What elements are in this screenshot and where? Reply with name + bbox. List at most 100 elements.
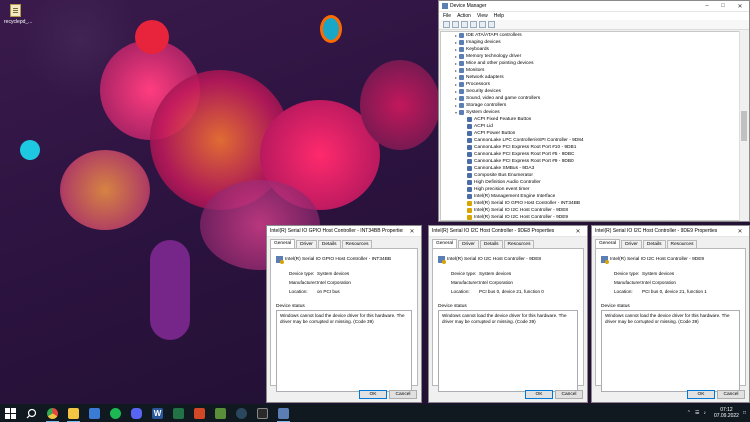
tab-driver[interactable]: Driver	[458, 240, 479, 248]
scan-hardware-icon[interactable]	[479, 21, 486, 28]
tree-label: Composite Bus Enumerator	[474, 173, 533, 178]
device-status-textbox[interactable]: Windows cannot load the device driver fo…	[276, 310, 412, 392]
taskbar-app-store[interactable]	[84, 404, 105, 422]
device-tree[interactable]: ▸ IDE ATA/ATAPI controllers ▸ Imaging devi…	[440, 31, 740, 221]
tree-category[interactable]: ▸ Memory technology driver	[441, 53, 739, 60]
cancel-button[interactable]: Cancel	[389, 390, 417, 399]
tree-category[interactable]: ▸ Security devices	[441, 88, 739, 95]
device-manager-window[interactable]: Device Manager – □ ✕ File Action View He…	[438, 0, 750, 222]
tab-details[interactable]: Details	[317, 240, 341, 248]
properties-dialog-gpio[interactable]: Intel(R) Serial IO GPIO Host Controller …	[266, 225, 422, 403]
device-status-textbox[interactable]: Windows cannot load the device driver fo…	[438, 310, 578, 392]
tree-device[interactable]: CannonLake PCI Express Root Port #10 - 9…	[441, 144, 739, 151]
tree-category[interactable]: ▸ IDE ATA/ATAPI controllers	[441, 32, 739, 39]
tab-general[interactable]: General	[432, 239, 458, 248]
properties-dialog-9de8[interactable]: Intel(R) Serial IO I2C Host Controller -…	[428, 225, 588, 403]
taskbar-app-steam[interactable]	[231, 404, 252, 422]
tree-category[interactable]: ▸ Network adapters	[441, 74, 739, 81]
taskbar-app-excel[interactable]	[168, 404, 189, 422]
tree-device-warning[interactable]: Intel(R) Serial IO I2C Host Controller -…	[441, 207, 739, 214]
ok-button[interactable]: OK	[525, 390, 553, 399]
chevron-up-icon[interactable]: ⌃	[687, 410, 691, 416]
tree-device-warning[interactable]: Intel(R) Serial IO I2C Host Controller -…	[441, 214, 739, 220]
tree-category[interactable]: ▸ Processors	[441, 81, 739, 88]
tree-device[interactable]: High precision event timer	[441, 186, 739, 193]
scrollbar-thumb[interactable]	[741, 111, 747, 141]
help-icon[interactable]	[470, 21, 477, 28]
tree-category[interactable]: ▸ Storage controllers	[441, 102, 739, 109]
tree-device[interactable]: Intel(R) Management Engine Interface	[441, 193, 739, 200]
tab-driver[interactable]: Driver	[621, 240, 642, 248]
close-button[interactable]: ✕	[403, 226, 421, 237]
tree-device[interactable]: CannonLake PCI Express Root Port #9 - 9D…	[441, 158, 739, 165]
dialog-titlebar[interactable]: Intel(R) Serial IO I2C Host Controller -…	[592, 226, 749, 237]
volume-icon[interactable]: ♪	[703, 410, 706, 416]
monitor-icon[interactable]	[488, 21, 495, 28]
tree-device[interactable]: CannonLake PCI Express Root Port #5 - 9D…	[441, 151, 739, 158]
tree-device[interactable]: ACPI Power Button	[441, 130, 739, 137]
start-button[interactable]	[0, 404, 21, 422]
tree-device[interactable]: CannonLake LPC Controller/eSPI Controlle…	[441, 137, 739, 144]
cancel-button[interactable]: Cancel	[717, 390, 745, 399]
network-icon[interactable]: ☰	[695, 410, 699, 416]
tree-category[interactable]: ▸ Sound, video and game controllers	[441, 95, 739, 102]
taskbar-app-device-manager[interactable]	[273, 404, 294, 422]
taskbar-app-spotify[interactable]	[105, 404, 126, 422]
warning-device-icon	[467, 201, 472, 206]
taskbar-app-epic-games[interactable]	[252, 404, 273, 422]
minimize-button[interactable]: –	[699, 1, 715, 12]
cancel-button[interactable]: Cancel	[555, 390, 583, 399]
ok-button[interactable]: OK	[687, 390, 715, 399]
forward-icon[interactable]	[452, 21, 459, 28]
dialog-title: Intel(R) Serial IO GPIO Host Controller …	[270, 228, 403, 234]
tab-details[interactable]: Details	[479, 240, 503, 248]
properties-icon[interactable]	[461, 21, 468, 28]
tab-general[interactable]: General	[595, 239, 621, 248]
desktop-file-icon[interactable]: recyclepd_...	[4, 4, 32, 25]
device-status-textbox[interactable]: Windows cannot load the device driver fo…	[601, 310, 740, 392]
menu-action[interactable]: Action	[457, 13, 471, 19]
vertical-scrollbar[interactable]	[739, 31, 748, 221]
close-button[interactable]: ✕	[731, 226, 749, 237]
dialog-titlebar[interactable]: Intel(R) Serial IO I2C Host Controller -…	[429, 226, 587, 237]
tree-category[interactable]: ▸ Imaging devices	[441, 39, 739, 46]
dialog-titlebar[interactable]: Intel(R) Serial IO GPIO Host Controller …	[267, 226, 421, 237]
taskbar-app-minecraft[interactable]	[210, 404, 231, 422]
tab-resources[interactable]: Resources	[341, 240, 373, 248]
tree-device[interactable]: ACPI Fixed Feature Button	[441, 116, 739, 123]
taskbar-app-file-explorer[interactable]	[63, 404, 84, 422]
ok-button[interactable]: OK	[359, 390, 387, 399]
tab-general[interactable]: General	[270, 239, 296, 248]
tree-device[interactable]: ACPI Lid	[441, 123, 739, 130]
tree-device-warning[interactable]: Intel(R) Serial IO GPIO Host Controller …	[441, 200, 739, 207]
tree-category-expanded[interactable]: ▾ System devices	[441, 109, 739, 116]
menu-view[interactable]: View	[477, 13, 488, 19]
clock[interactable]: 07:12 07.09.2022	[714, 407, 739, 419]
taskbar-app-chrome[interactable]	[42, 404, 63, 422]
properties-dialog-9de9[interactable]: Intel(R) Serial IO I2C Host Controller -…	[591, 225, 750, 403]
tree-device[interactable]: CannonLake SMBus - 9DA3	[441, 165, 739, 172]
device-manager-titlebar[interactable]: Device Manager – □ ✕	[439, 1, 749, 12]
search-button[interactable]	[21, 404, 42, 422]
tab-driver[interactable]: Driver	[296, 240, 317, 248]
tab-resources[interactable]: Resources	[503, 240, 535, 248]
tree-category[interactable]: ▸ Mice and other pointing devices	[441, 60, 739, 67]
back-icon[interactable]	[443, 21, 450, 28]
manufacturer-value: Intel Corporation	[317, 280, 351, 285]
close-button[interactable]: ✕	[731, 1, 749, 12]
menu-file[interactable]: File	[443, 13, 451, 19]
close-button[interactable]: ✕	[569, 226, 587, 237]
taskbar-app-discord[interactable]	[126, 404, 147, 422]
menu-help[interactable]: Help	[494, 13, 504, 19]
tree-device[interactable]: High Definition Audio Controller	[441, 179, 739, 186]
notification-icon[interactable]: □	[743, 410, 746, 416]
tab-details[interactable]: Details	[642, 240, 666, 248]
tree-label: Keyboards	[466, 47, 489, 52]
tree-device[interactable]: Composite Bus Enumerator	[441, 172, 739, 179]
tree-category[interactable]: ▸ Keyboards	[441, 46, 739, 53]
taskbar-app-word[interactable]: W	[147, 404, 168, 422]
taskbar-app-powerpoint[interactable]	[189, 404, 210, 422]
tree-category[interactable]: ▸ Monitors	[441, 67, 739, 74]
tab-resources[interactable]: Resources	[666, 240, 698, 248]
maximize-button[interactable]: □	[715, 1, 731, 12]
